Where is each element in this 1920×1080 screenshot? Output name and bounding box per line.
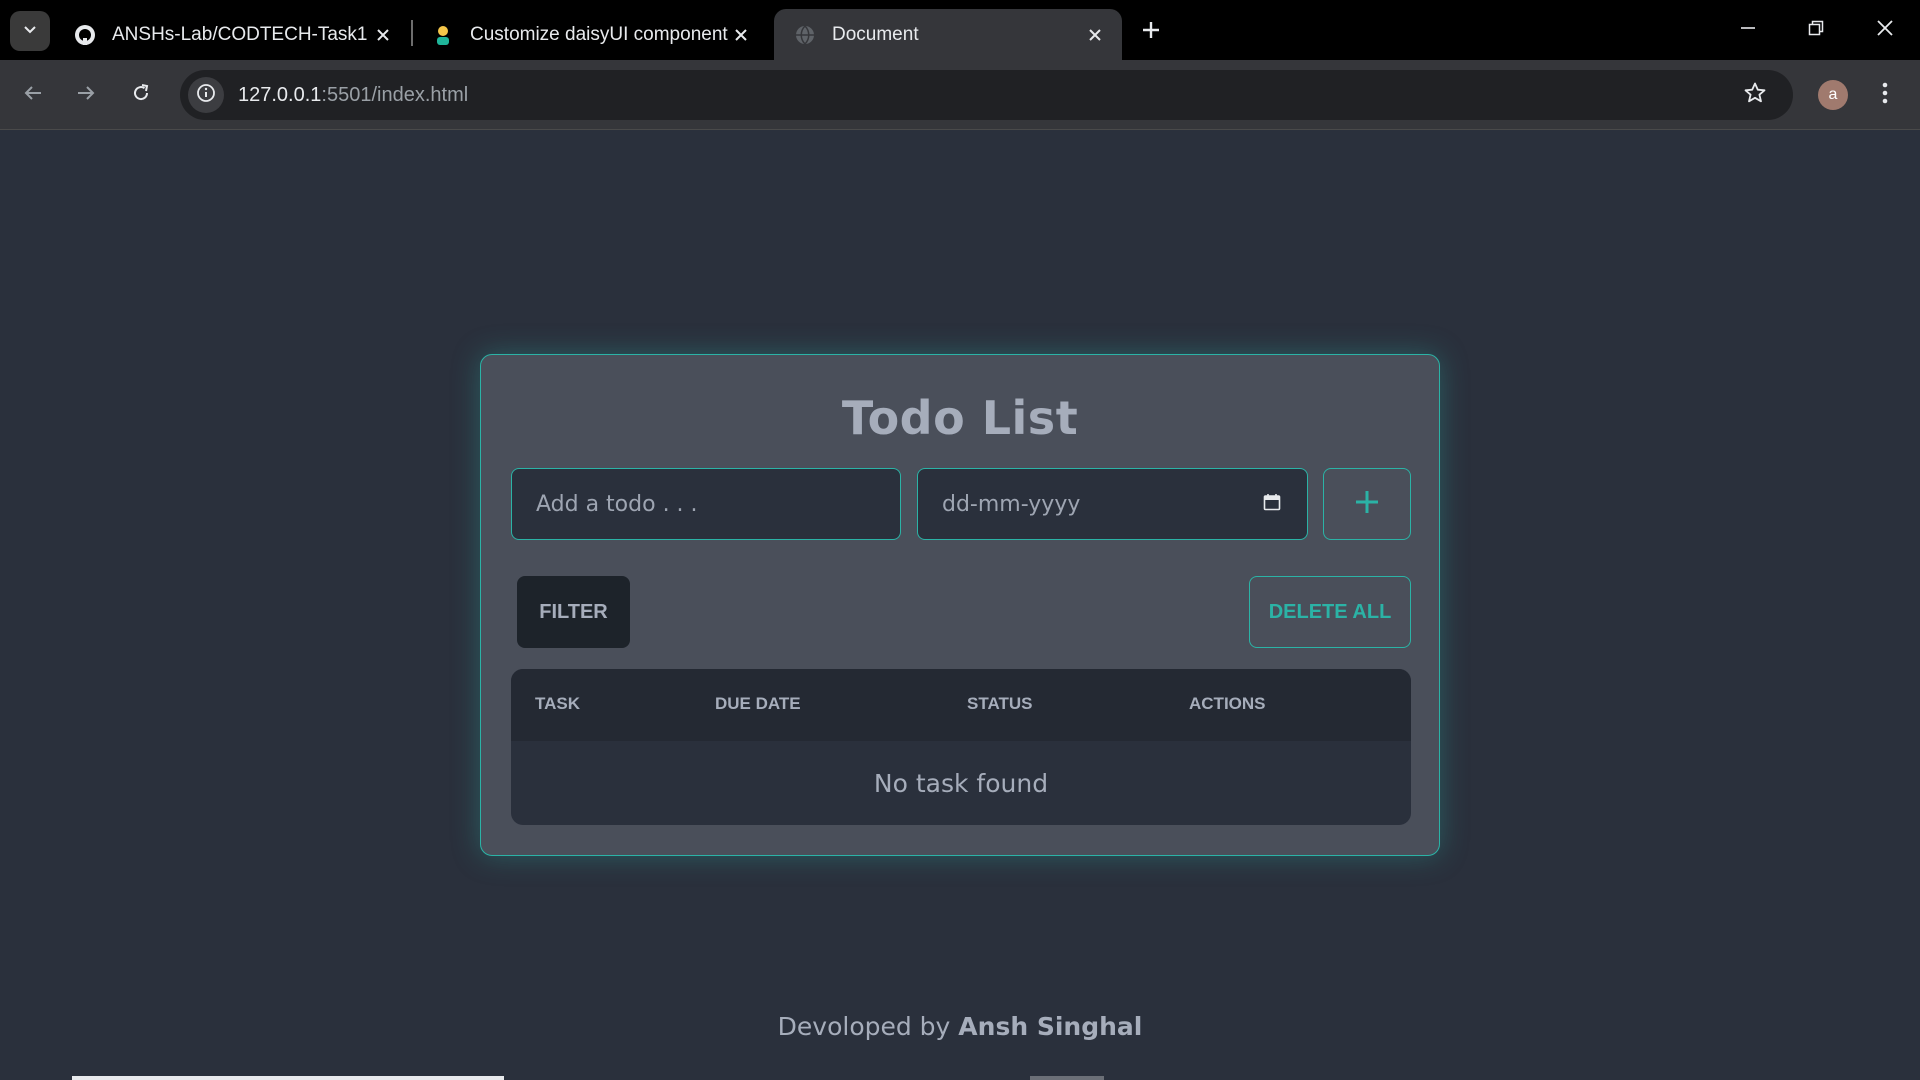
- column-header-task: TASK: [535, 694, 581, 713]
- due-date-input[interactable]: dd-mm-yyyy: [917, 468, 1308, 540]
- github-icon: [74, 24, 96, 46]
- close-icon[interactable]: [1082, 22, 1108, 48]
- daisyui-icon: [432, 24, 454, 46]
- restore-icon: [1808, 20, 1824, 41]
- todo-input[interactable]: Add a todo . . .: [511, 468, 901, 540]
- due-date-placeholder: dd-mm-yyyy: [942, 491, 1081, 517]
- info-icon: [196, 83, 216, 108]
- restore-button[interactable]: [1798, 12, 1834, 48]
- minimize-button[interactable]: [1730, 12, 1766, 48]
- close-icon[interactable]: [370, 22, 396, 48]
- footer-prefix: Devoloped by: [777, 1012, 959, 1041]
- url-host: 127.0.0.1: [238, 83, 322, 106]
- forward-button[interactable]: [66, 75, 106, 115]
- browser-tab-strip: ANSHs-Lab/CODTECH-Task1 Customize daisyU…: [0, 0, 1920, 60]
- filter-button[interactable]: FILTER: [517, 576, 630, 648]
- empty-state-message: No task found: [873, 768, 1049, 798]
- bookmark-button[interactable]: [1737, 77, 1773, 113]
- minimize-icon: [1740, 20, 1756, 41]
- tab-github[interactable]: ANSHs-Lab/CODTECH-Task1: [54, 9, 410, 60]
- footer-author: Ansh Singhal: [958, 1012, 1143, 1041]
- page-title: Todo List: [841, 391, 1079, 445]
- new-tab-button[interactable]: [1133, 14, 1169, 50]
- more-vertical-icon: [1882, 82, 1888, 109]
- column-header-status: STATUS: [967, 694, 1033, 713]
- star-icon: [1743, 81, 1767, 110]
- calendar-icon[interactable]: [1263, 492, 1281, 517]
- reload-icon: [131, 83, 151, 108]
- footer-credit: Devoloped by Ansh Singhal: [0, 1012, 1920, 1041]
- browser-toolbar: 127.0.0.1:5501/index.html a: [0, 60, 1920, 130]
- table-header: TASK DUE DATE STATUS ACTIONS: [511, 669, 1411, 741]
- tab-title: Document: [832, 23, 919, 45]
- url-text: 127.0.0.1:5501/index.html: [238, 84, 468, 107]
- tab-daisyui[interactable]: Customize daisyUI components: [412, 9, 768, 60]
- horizontal-scroll-indicator: [72, 1076, 504, 1080]
- chevron-down-icon: [22, 21, 38, 42]
- tab-title: Customize daisyUI components: [470, 23, 728, 45]
- url-path: :5501/index.html: [321, 83, 469, 106]
- column-header-actions: ACTIONS: [1189, 694, 1266, 713]
- arrow-right-icon: [76, 83, 96, 108]
- close-icon[interactable]: [728, 22, 754, 48]
- todo-input-placeholder: Add a todo . . .: [536, 491, 698, 517]
- back-button[interactable]: [13, 75, 53, 115]
- arrow-left-icon: [23, 83, 43, 108]
- close-window-button[interactable]: [1867, 12, 1903, 48]
- todo-table: TASK DUE DATE STATUS ACTIONS No task fou…: [511, 669, 1411, 825]
- browser-menu-button[interactable]: [1870, 75, 1900, 115]
- add-todo-button[interactable]: [1323, 468, 1411, 540]
- profile-avatar[interactable]: a: [1818, 80, 1848, 110]
- site-info-button[interactable]: [188, 77, 224, 113]
- tab-document[interactable]: Document: [774, 9, 1122, 60]
- address-bar[interactable]: 127.0.0.1:5501/index.html: [180, 70, 1793, 120]
- plus-icon: [1354, 489, 1380, 520]
- plus-icon: [1141, 20, 1161, 45]
- globe-icon: [794, 24, 816, 46]
- column-header-due-date: DUE DATE: [715, 694, 801, 713]
- tab-title: ANSHs-Lab/CODTECH-Task1: [112, 23, 368, 45]
- tab-search-button[interactable]: [10, 11, 50, 51]
- close-icon: [1876, 19, 1894, 42]
- todo-card: Todo List Add a todo . . . dd-mm-yyyy FI…: [480, 354, 1440, 856]
- delete-all-button[interactable]: DELETE ALL: [1249, 576, 1411, 648]
- scrollbar-thumb[interactable]: [1030, 1076, 1104, 1080]
- reload-button[interactable]: [121, 75, 161, 115]
